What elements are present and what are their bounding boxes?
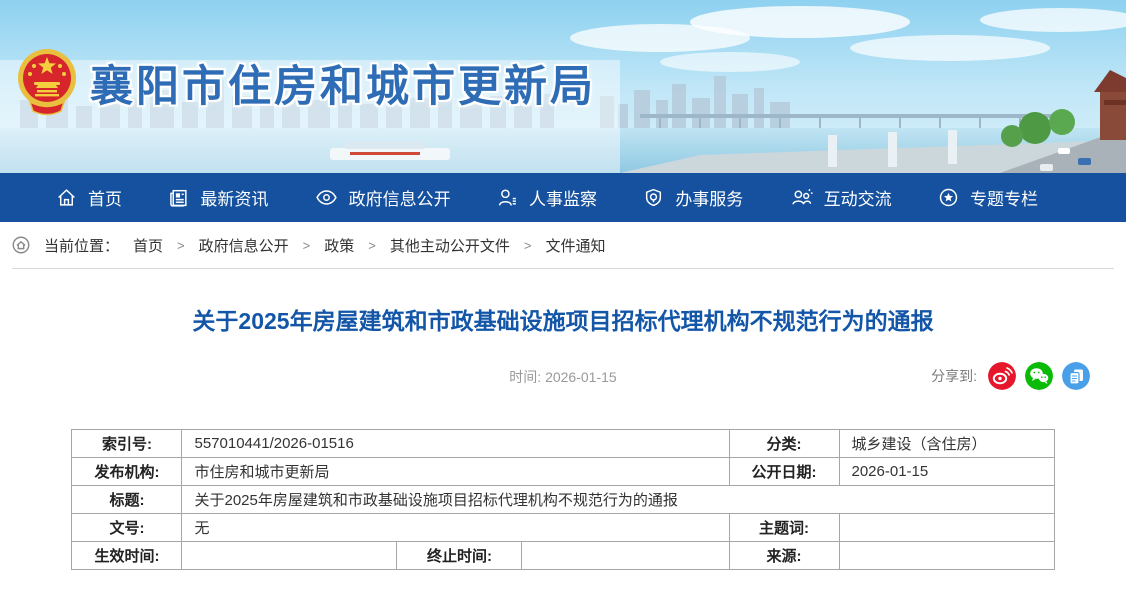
nav-item-label: 办事服务 <box>675 185 743 210</box>
breadcrumb-prefix: 当前位置： <box>44 235 119 256</box>
publish-time-value: 2026-01-15 <box>545 369 617 385</box>
share-label: 分享到: <box>931 366 977 386</box>
metadata-table: 索引号: 557010441/2026-01516 分类: 城乡建设（含住房） … <box>71 429 1054 570</box>
breadcrumb-separator: > <box>524 238 532 253</box>
breadcrumb-link-home[interactable]: 首页 <box>133 235 163 256</box>
weibo-icon[interactable] <box>988 362 1016 390</box>
doc-number-value: 无 <box>182 514 729 542</box>
nav-item-label: 首页 <box>88 185 122 210</box>
nav-item-label: 最新资讯 <box>200 185 268 210</box>
issuer-label: 发布机构: <box>72 458 182 486</box>
nav-item-interaction[interactable]: 互动交流 <box>790 185 892 210</box>
doc-title-label: 标题: <box>72 486 182 514</box>
nav-item-label: 专题专栏 <box>970 185 1038 210</box>
star-icon <box>938 187 959 208</box>
expiry-date-label: 终止时间: <box>397 542 522 570</box>
index-number-label: 索引号: <box>72 430 182 458</box>
nav-item-news[interactable]: 最新资讯 <box>168 185 268 210</box>
doc-number-label: 文号: <box>72 514 182 542</box>
breadcrumb-link-other-open-docs[interactable]: 其他主动公开文件 <box>390 235 510 256</box>
effective-date-label: 生效时间: <box>72 542 182 570</box>
breadcrumb-divider <box>12 268 1114 269</box>
nav-item-home[interactable]: 首页 <box>56 185 122 210</box>
table-row: 标题: 关于2025年房屋建筑和市政基础设施项目招标代理机构不规范行为的通报 <box>72 486 1054 514</box>
breadcrumb: 当前位置： 首页 > 政府信息公开 > 政策 > 其他主动公开文件 > 文件通知 <box>0 222 1126 268</box>
breadcrumb-link-policy[interactable]: 政策 <box>324 235 354 256</box>
nav-item-label: 互动交流 <box>824 185 892 210</box>
source-label: 来源: <box>729 542 839 570</box>
news-icon <box>168 187 189 208</box>
share-bar: 分享到: <box>931 362 1090 390</box>
breadcrumb-separator: > <box>303 238 311 253</box>
keywords-value <box>839 514 1054 542</box>
nav-item-special-columns[interactable]: 专题专栏 <box>938 185 1038 210</box>
article-meta-row: 时间: 2026-01-15 分享到: <box>0 362 1126 392</box>
table-row: 索引号: 557010441/2026-01516 分类: 城乡建设（含住房） <box>72 430 1054 458</box>
publish-date-value: 2026-01-15 <box>839 458 1054 486</box>
category-label: 分类: <box>729 430 839 458</box>
chat-people-icon <box>790 187 813 208</box>
page-title: 关于2025年房屋建筑和市政基础设施项目招标代理机构不规范行为的通报 <box>0 302 1126 336</box>
person-icon <box>497 187 518 208</box>
category-value: 城乡建设（含住房） <box>839 430 1054 458</box>
nav-item-personnel[interactable]: 人事监察 <box>497 185 597 210</box>
issuer-value: 市住房和城市更新局 <box>182 458 729 486</box>
wechat-icon[interactable] <box>1025 362 1053 390</box>
expiry-date-value <box>522 542 729 570</box>
nav-item-info-disclosure[interactable]: 政府信息公开 <box>315 185 451 210</box>
breadcrumb-separator: > <box>177 238 185 253</box>
copylink-icon[interactable] <box>1062 362 1090 390</box>
table-row: 发布机构: 市住房和城市更新局 公开日期: 2026-01-15 <box>72 458 1054 486</box>
publish-time-label: 时间: <box>509 369 541 385</box>
breadcrumb-separator: > <box>368 238 376 253</box>
publish-date-label: 公开日期: <box>729 458 839 486</box>
effective-date-value <box>182 542 397 570</box>
national-emblem-icon <box>16 44 78 122</box>
nav-item-label: 政府信息公开 <box>349 185 451 210</box>
breadcrumb-link-info-disclosure[interactable]: 政府信息公开 <box>199 235 289 256</box>
table-row: 生效时间: 终止时间: 来源: <box>72 542 1054 570</box>
breadcrumb-link-document-notice[interactable]: 文件通知 <box>545 235 605 256</box>
main-nav: 首页 最新资讯 政府信息公开 人事监察 <box>0 173 1126 222</box>
site-banner: 襄阳市住房和城市更新局 <box>0 0 1126 173</box>
source-value <box>839 542 1054 570</box>
nav-item-services[interactable]: 办事服务 <box>643 185 743 210</box>
doc-title-value: 关于2025年房屋建筑和市政基础设施项目招标代理机构不规范行为的通报 <box>182 486 1054 514</box>
table-row: 文号: 无 主题词: <box>72 514 1054 542</box>
eye-icon <box>315 187 338 208</box>
home-icon <box>12 236 30 254</box>
keywords-label: 主题词: <box>729 514 839 542</box>
site-title: 襄阳市住房和城市更新局 <box>90 52 596 114</box>
index-number-value: 557010441/2026-01516 <box>182 430 729 458</box>
nav-item-label: 人事监察 <box>529 185 597 210</box>
home-icon <box>56 187 77 208</box>
shield-icon <box>643 187 664 208</box>
